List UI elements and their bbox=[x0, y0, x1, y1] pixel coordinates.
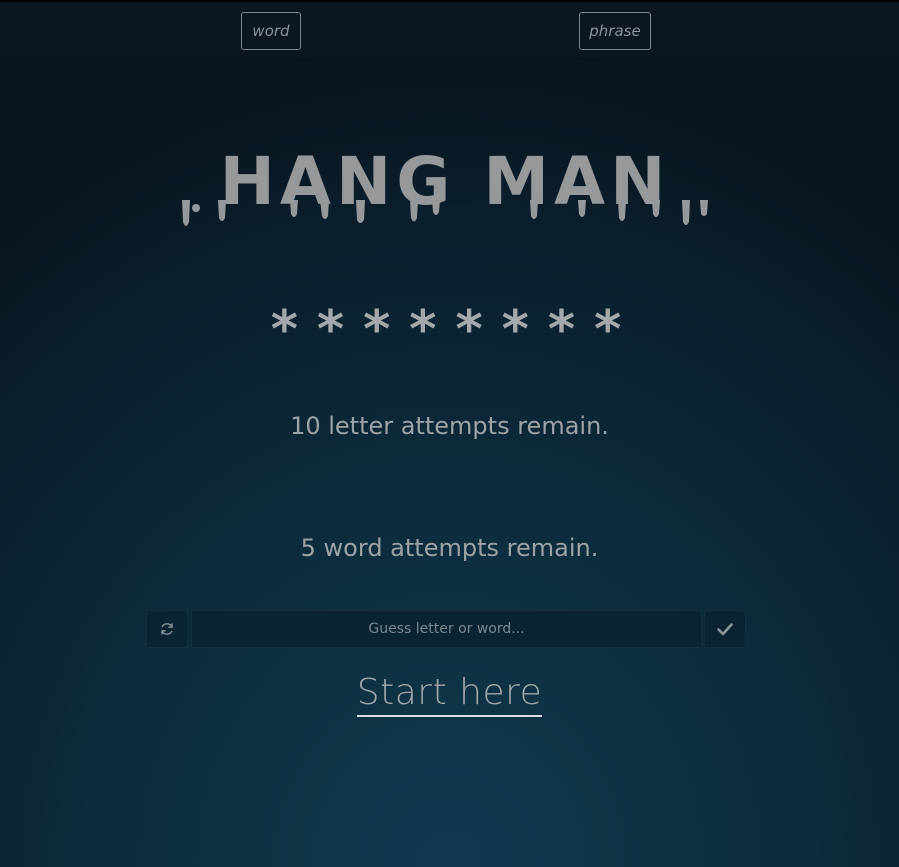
start-here-link[interactable]: Start here bbox=[356, 672, 543, 717]
letter-attempts-status: 10 letter attempts remain. bbox=[290, 412, 609, 440]
phrase-mode-button[interactable]: phrase bbox=[579, 12, 651, 50]
submit-guess-button[interactable] bbox=[704, 610, 746, 648]
dripping-title-logo: HANG MAN bbox=[182, 143, 708, 226]
word-attempts-status: 5 word attempts remain. bbox=[300, 534, 599, 562]
guess-input[interactable] bbox=[191, 610, 702, 648]
refresh-icon bbox=[161, 623, 173, 635]
word-mode-button[interactable]: word bbox=[241, 12, 301, 50]
game-title: HANG MAN bbox=[170, 140, 730, 240]
mode-bar: word phrase bbox=[0, 0, 899, 57]
reset-button[interactable] bbox=[146, 610, 188, 648]
svg-text:HANG MAN: HANG MAN bbox=[220, 143, 671, 220]
check-icon bbox=[717, 623, 733, 636]
guess-form bbox=[146, 610, 746, 648]
start-link-wrap: Start here bbox=[0, 672, 899, 717]
masked-answer: ******** bbox=[270, 300, 641, 360]
